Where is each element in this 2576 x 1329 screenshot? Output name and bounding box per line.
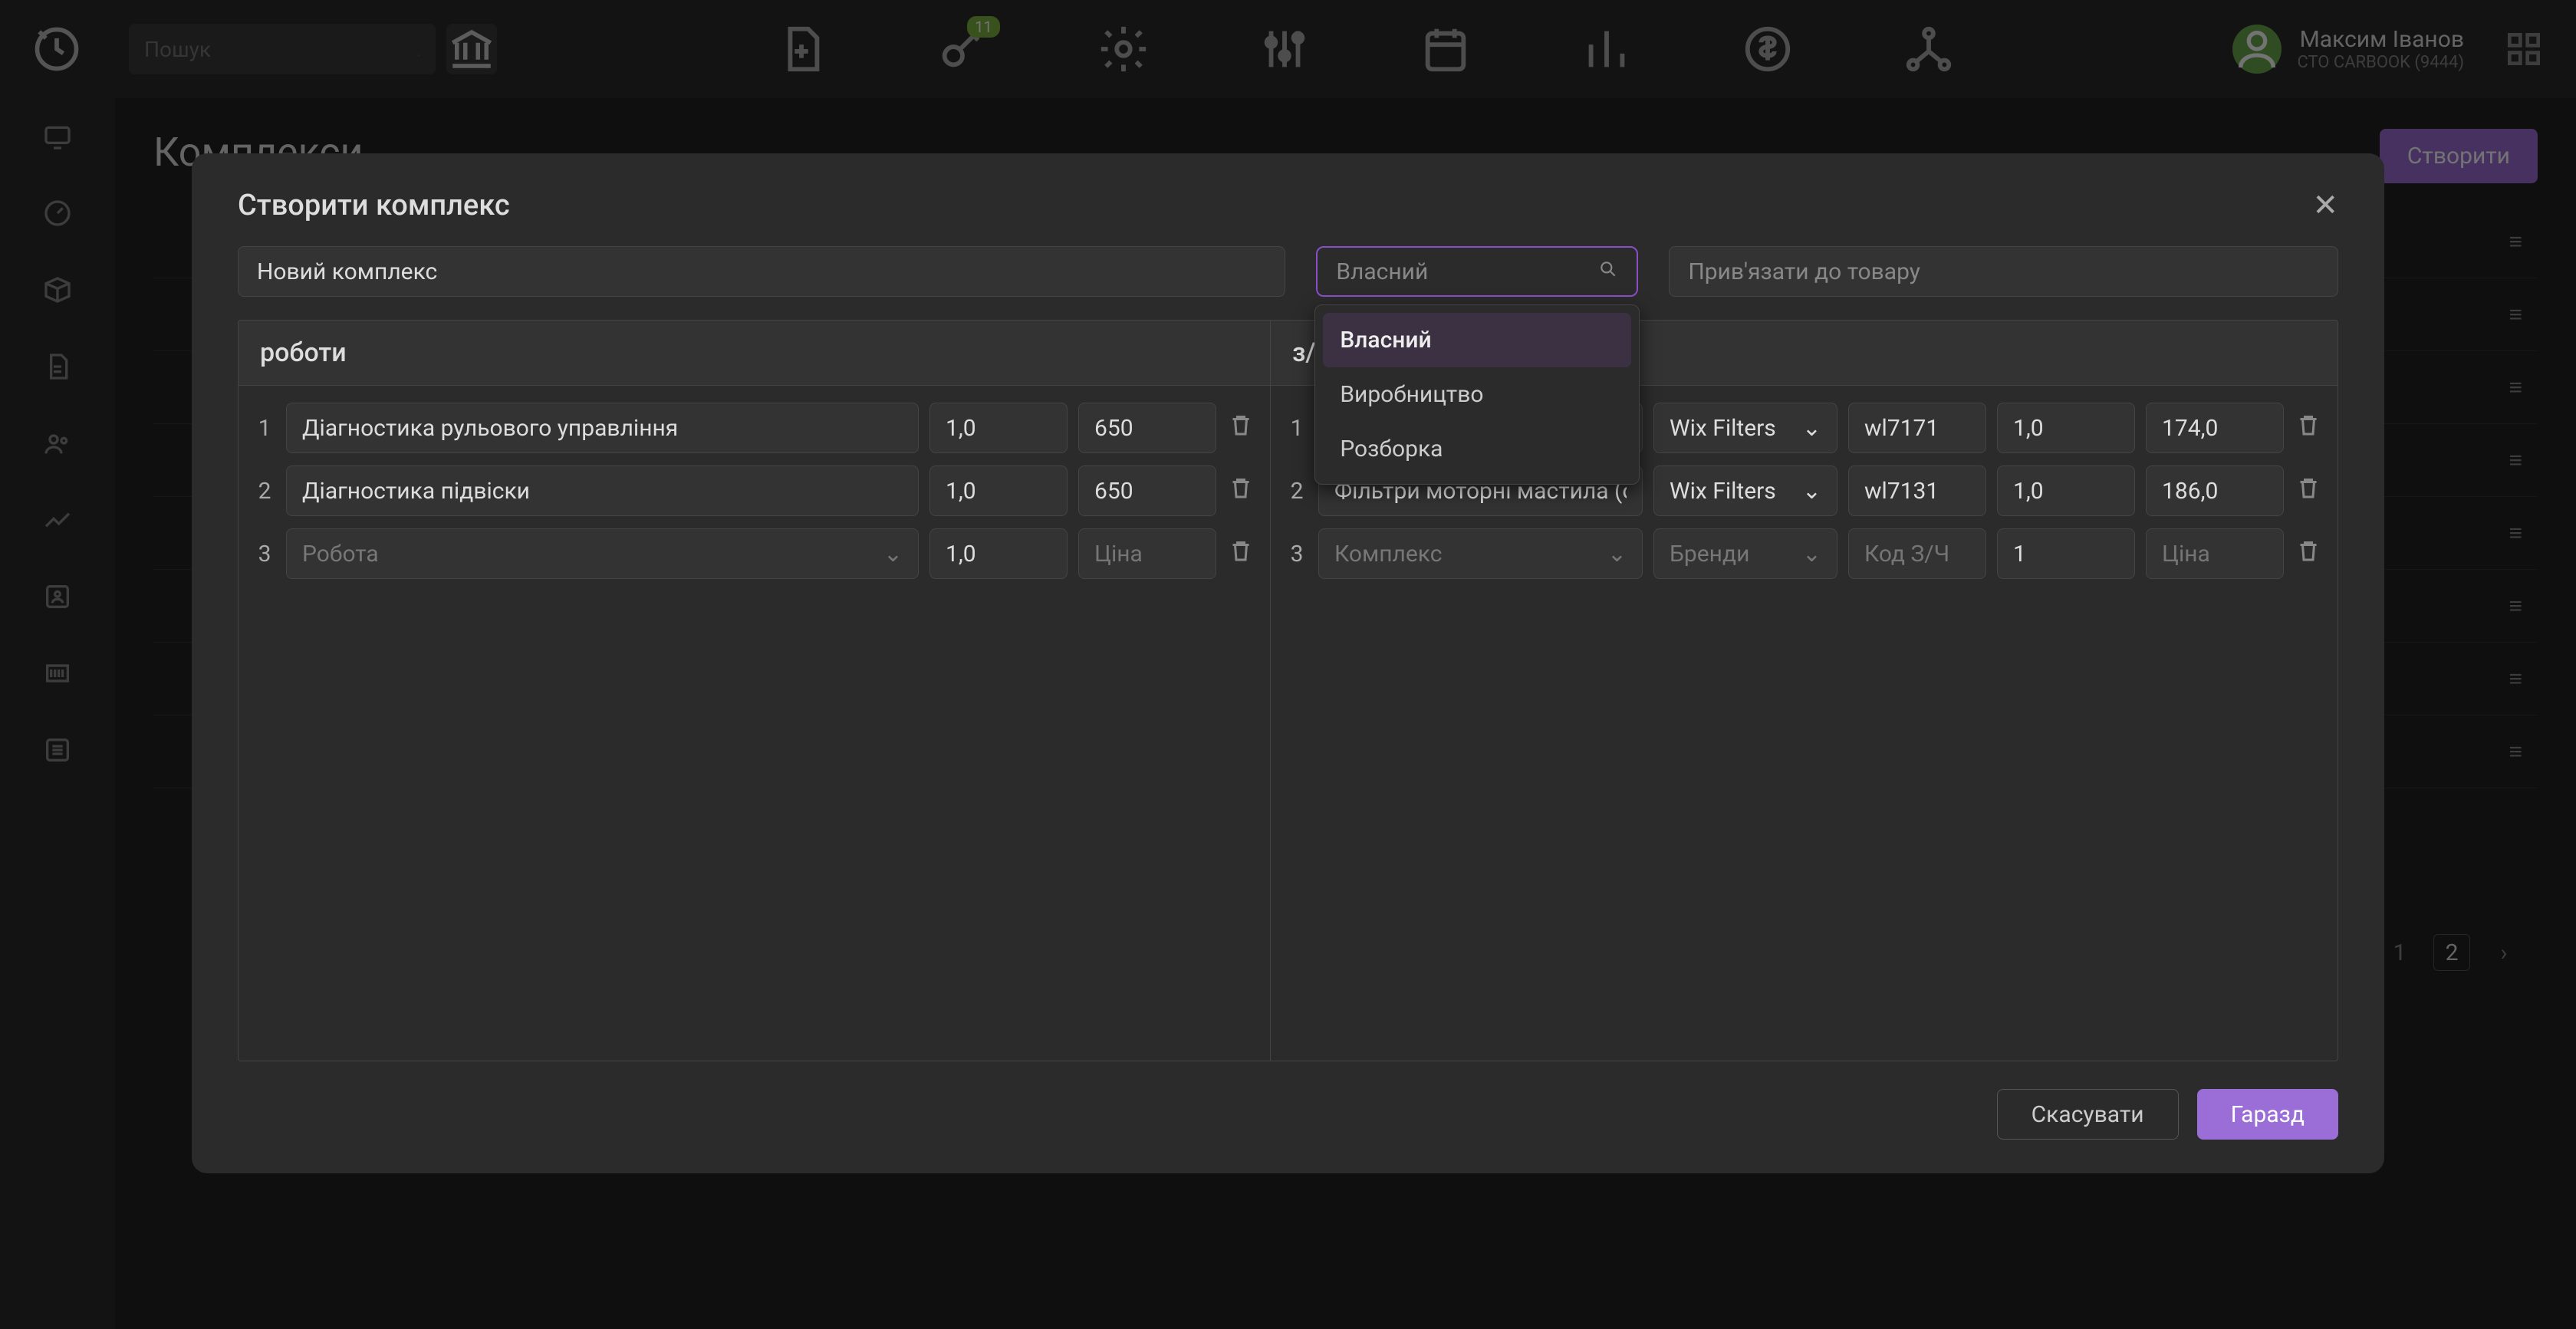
work-price-input[interactable] bbox=[1078, 528, 1216, 579]
part-brand-select[interactable]: Wix Filters⌄ bbox=[1653, 465, 1837, 516]
part-code-input[interactable] bbox=[1848, 465, 1986, 516]
works-body: 1 2 3 Робота⌄ bbox=[239, 386, 1270, 1061]
row-number: 2 bbox=[1286, 478, 1308, 505]
part-price-input[interactable] bbox=[2146, 403, 2284, 453]
chevron-down-icon: ⌄ bbox=[1802, 541, 1821, 567]
work-name-select[interactable]: Робота⌄ bbox=[286, 528, 919, 579]
row-number: 3 bbox=[1286, 541, 1308, 567]
type-dropdown: Власний Виробництво Розборка bbox=[1314, 304, 1640, 485]
complex-name-input[interactable] bbox=[238, 246, 1285, 297]
type-option-production[interactable]: Виробництво bbox=[1323, 367, 1631, 422]
works-row: 3 Робота⌄ bbox=[254, 522, 1255, 585]
bind-product-input[interactable]: Прив'язати до товару bbox=[1669, 246, 2338, 297]
chevron-down-icon: ⌄ bbox=[883, 541, 903, 567]
part-qty-input[interactable] bbox=[1997, 528, 2135, 579]
part-name-select[interactable]: Комплекс⌄ bbox=[1318, 528, 1643, 579]
row-number: 1 bbox=[254, 415, 275, 442]
type-select-value: Власний bbox=[1336, 258, 1428, 285]
tables: роботи 1 2 3 Робота⌄ bbox=[238, 320, 2338, 1061]
part-code-input[interactable] bbox=[1848, 403, 1986, 453]
work-qty-input[interactable] bbox=[929, 403, 1068, 453]
trash-icon[interactable] bbox=[2295, 411, 2322, 445]
row-number: 3 bbox=[254, 541, 275, 567]
parts-body: 1 Wix Filters⌄ 2 Wix Filters⌄ bbox=[1271, 386, 2337, 1061]
cancel-button[interactable]: Скасувати bbox=[1997, 1089, 2179, 1140]
search-icon bbox=[1598, 258, 1618, 285]
part-brand-select[interactable]: Wix Filters⌄ bbox=[1653, 403, 1837, 453]
trash-icon[interactable] bbox=[1227, 411, 1255, 445]
trash-icon[interactable] bbox=[2295, 474, 2322, 508]
modal-header: Створити комплекс ✕ bbox=[192, 153, 2384, 246]
work-price-input[interactable] bbox=[1078, 403, 1216, 453]
chevron-down-icon: ⌄ bbox=[1607, 541, 1627, 567]
work-price-input[interactable] bbox=[1078, 465, 1216, 516]
part-price-input[interactable] bbox=[2146, 528, 2284, 579]
modal-top-row: Власний Власний Виробництво Розборка При… bbox=[192, 246, 2384, 320]
row-number: 1 bbox=[1286, 415, 1308, 442]
modal-footer: Скасувати Гаразд bbox=[192, 1061, 2384, 1173]
part-code-input[interactable] bbox=[1848, 528, 1986, 579]
parts-row: 3 Комплекс⌄ Бренди⌄ bbox=[1286, 522, 2322, 585]
works-header: роботи bbox=[239, 321, 1270, 386]
trash-icon[interactable] bbox=[1227, 537, 1255, 571]
row-number: 2 bbox=[254, 478, 275, 505]
works-row: 2 bbox=[254, 459, 1255, 522]
type-option-own[interactable]: Власний bbox=[1323, 313, 1631, 367]
type-option-disassembly[interactable]: Розборка bbox=[1323, 422, 1631, 476]
ok-button[interactable]: Гаразд bbox=[2197, 1089, 2338, 1140]
modal-title: Створити комплекс bbox=[238, 189, 510, 222]
chevron-down-icon: ⌄ bbox=[1802, 478, 1821, 505]
close-icon[interactable]: ✕ bbox=[2312, 187, 2338, 223]
create-complex-modal: Створити комплекс ✕ Власний Власний Виро… bbox=[192, 153, 2384, 1173]
work-qty-input[interactable] bbox=[929, 465, 1068, 516]
works-row: 1 bbox=[254, 396, 1255, 459]
work-name-input[interactable] bbox=[286, 403, 919, 453]
part-qty-input[interactable] bbox=[1997, 465, 2135, 516]
trash-icon[interactable] bbox=[2295, 537, 2322, 571]
bind-product-placeholder: Прив'язати до товару bbox=[1688, 258, 1920, 285]
work-qty-input[interactable] bbox=[929, 528, 1068, 579]
trash-icon[interactable] bbox=[1227, 474, 1255, 508]
chevron-down-icon: ⌄ bbox=[1802, 415, 1821, 442]
work-name-input[interactable] bbox=[286, 465, 919, 516]
part-brand-select[interactable]: Бренди⌄ bbox=[1653, 528, 1837, 579]
part-qty-input[interactable] bbox=[1997, 403, 2135, 453]
part-price-input[interactable] bbox=[2146, 465, 2284, 516]
type-select[interactable]: Власний Власний Виробництво Розборка bbox=[1316, 246, 1638, 297]
works-column: роботи 1 2 3 Робота⌄ bbox=[239, 321, 1271, 1061]
